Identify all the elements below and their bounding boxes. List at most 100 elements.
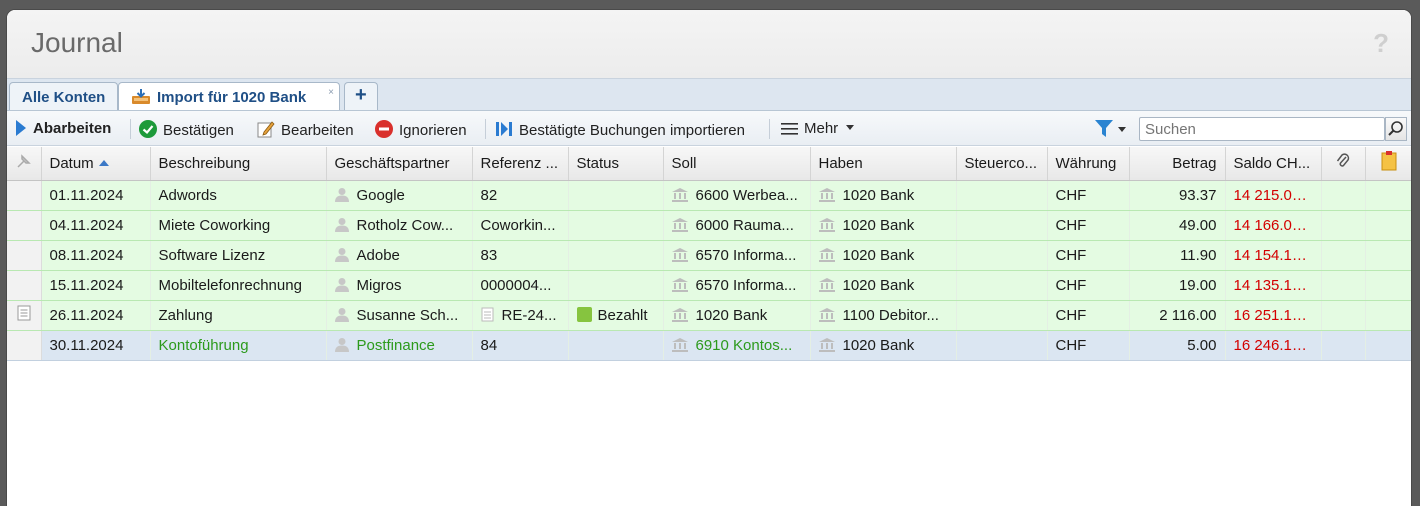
help-icon[interactable]: ? — [1373, 28, 1389, 59]
bank-icon — [671, 307, 688, 322]
confirm-label: Bestätigen — [163, 122, 234, 139]
column-header-soll[interactable]: Soll — [663, 147, 811, 181]
process-label: Abarbeiten — [33, 120, 112, 137]
cell-taxcode — [956, 270, 1048, 301]
cell-haben: 1020 Bank — [810, 330, 957, 361]
cell-saldo: 14 215.06... — [1225, 180, 1322, 211]
import-confirmed-button[interactable]: Bestätigte Buchungen importieren — [495, 120, 745, 139]
column-header-status[interactable]: Status — [568, 147, 664, 181]
more-menu-button[interactable]: Mehr — [781, 120, 855, 137]
column-header-saldo[interactable]: Saldo CH... — [1225, 147, 1322, 181]
process-button[interactable]: Abarbeiten — [15, 120, 111, 137]
bank-icon — [671, 187, 688, 202]
column-header-referenz[interactable]: Referenz ... — [472, 147, 569, 181]
cell-note — [1365, 210, 1411, 241]
column-header-steuercode[interactable]: Steuerco... — [956, 147, 1048, 181]
journal-window: Journal ? Alle Konten Import für 1020 Ba… — [6, 9, 1412, 506]
bank-icon — [818, 247, 835, 262]
row-handle[interactable] — [7, 330, 42, 361]
cell-currency: CHF — [1047, 240, 1130, 271]
cell-haben: 1020 Bank — [810, 270, 957, 301]
edit-button[interactable]: Bearbeiten — [257, 120, 354, 139]
table-row[interactable]: 04.11.2024 Miete Coworking Rotholz Cow..… — [7, 210, 1411, 241]
bank-icon — [671, 277, 688, 292]
play-icon — [16, 120, 26, 136]
table-body: 01.11.2024 Adwords Google 82 6600 Werbea… — [7, 180, 1411, 361]
table-row[interactable]: 08.11.2024 Software Lizenz Adobe 83 6570… — [7, 240, 1411, 271]
toolbar-divider — [485, 119, 486, 139]
filter-icon — [1095, 120, 1113, 137]
search-button[interactable] — [1385, 117, 1407, 141]
confirm-button[interactable]: Bestätigen — [139, 120, 234, 139]
cell-attachment — [1321, 300, 1366, 331]
check-circle-icon — [139, 120, 157, 138]
cell-attachment — [1321, 240, 1366, 271]
cell-currency: CHF — [1047, 270, 1130, 301]
attachment-icon — [1336, 153, 1350, 167]
row-handle[interactable] — [7, 180, 42, 211]
cell-reference: RE-24... — [472, 300, 569, 331]
title-bar: Journal ? — [7, 10, 1411, 78]
column-header-haben[interactable]: Haben — [810, 147, 957, 181]
cell-note — [1365, 180, 1411, 211]
cell-status — [568, 210, 664, 241]
cell-status — [568, 240, 664, 271]
table-row[interactable]: 26.11.2024 Zahlung Susanne Sch... RE-24.… — [7, 300, 1411, 331]
table-row[interactable]: 30.11.2024 Kontoführung Postfinance 84 6… — [7, 330, 1411, 361]
tab-bar: Alle Konten Import für 1020 Bank × + — [7, 78, 1411, 112]
tab-label: Import für 1020 Bank — [157, 89, 307, 106]
window-title: Journal — [31, 27, 123, 58]
column-header-betrag[interactable]: Betrag — [1129, 147, 1226, 181]
table-row[interactable]: 15.11.2024 Mobiltelefonrechnung Migros 0… — [7, 270, 1411, 301]
column-header-waehrung[interactable]: Währung — [1047, 147, 1130, 181]
person-icon — [334, 217, 349, 232]
cell-description: Zahlung — [150, 300, 327, 331]
cell-taxcode — [956, 330, 1048, 361]
cell-reference: 82 — [472, 180, 569, 211]
cell-date: 15.11.2024 — [41, 270, 151, 301]
cell-reference: 83 — [472, 240, 569, 271]
cell-reference: 0000004... — [472, 270, 569, 301]
cell-saldo: 14 154.16... — [1225, 240, 1322, 271]
column-header-geschaeftspartner[interactable]: Geschäftspartner — [326, 147, 473, 181]
cell-partner: Postfinance — [326, 330, 473, 361]
cell-haben: 1020 Bank — [810, 240, 957, 271]
cell-taxcode — [956, 210, 1048, 241]
note-icon — [1381, 151, 1397, 171]
bank-icon — [818, 307, 835, 322]
column-header-beschreibung[interactable]: Beschreibung — [150, 147, 327, 181]
cell-date: 30.11.2024 — [41, 330, 151, 361]
row-handle[interactable] — [7, 300, 42, 331]
cell-attachment — [1321, 270, 1366, 301]
search-icon — [1388, 121, 1403, 136]
column-header-note[interactable] — [1365, 147, 1411, 181]
row-handle[interactable] — [7, 270, 42, 301]
cell-saldo: 14 166.06... — [1225, 210, 1322, 241]
menu-icon — [781, 123, 798, 135]
tab-alle-konten[interactable]: Alle Konten — [9, 82, 119, 111]
cell-status — [568, 330, 664, 361]
search-input[interactable] — [1139, 117, 1385, 141]
bank-icon — [818, 187, 835, 202]
cell-taxcode — [956, 240, 1048, 271]
cell-amount: 11.90 — [1129, 240, 1226, 271]
cell-soll: 6910 Kontos... — [663, 330, 811, 361]
person-icon — [334, 187, 349, 202]
tab-import-1020-bank[interactable]: Import für 1020 Bank × — [118, 82, 340, 112]
column-header-attachment[interactable] — [1321, 147, 1366, 181]
row-handle[interactable] — [7, 210, 42, 241]
pin-column-header[interactable] — [7, 147, 42, 181]
row-handle[interactable] — [7, 240, 42, 271]
cell-amount: 5.00 — [1129, 330, 1226, 361]
column-header-datum[interactable]: Datum — [41, 147, 151, 181]
cell-currency: CHF — [1047, 210, 1130, 241]
add-tab-button[interactable]: + — [344, 82, 378, 111]
cell-haben: 1020 Bank — [810, 180, 957, 211]
table-header-row: Datum Beschreibung Geschäftspartner Refe… — [7, 147, 1411, 181]
cell-amount: 93.37 — [1129, 180, 1226, 211]
cell-reference: 84 — [472, 330, 569, 361]
table-row[interactable]: 01.11.2024 Adwords Google 82 6600 Werbea… — [7, 180, 1411, 211]
ignore-button[interactable]: Ignorieren — [375, 120, 467, 139]
tab-close-icon[interactable]: × — [328, 87, 334, 98]
filter-button[interactable] — [1095, 119, 1127, 143]
